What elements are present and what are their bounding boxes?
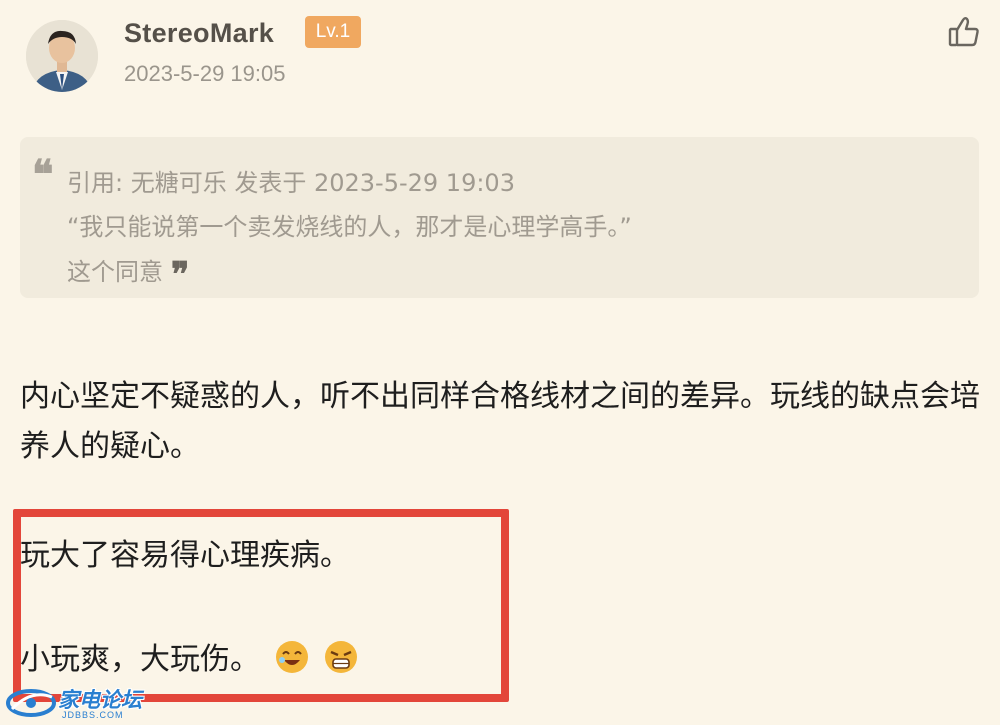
quote-block: ❝ 引用: 无糖可乐 发表于 2023-5-29 19:03 “我只能说第一个卖… <box>20 137 979 298</box>
avatar[interactable] <box>26 20 98 92</box>
like-button[interactable] <box>946 14 982 50</box>
post-paragraph: 内心坚定不疑惑的人，听不出同样合格线材之间的差异。玩线的缺点会培养人的疑心。 <box>20 379 980 464</box>
post-time: 2023-5-29 19:05 <box>124 61 286 86</box>
close-quote-icon: ❞ <box>171 255 190 295</box>
quote-reply: 这个同意 <box>67 258 163 286</box>
level-badge: Lv.1 <box>305 16 361 48</box>
post-line-3: 小玩爽，大玩伤。 <box>20 634 359 678</box>
laughing-emoji-icon <box>275 641 308 673</box>
quote-reply-line: 这个同意 ❞ <box>67 252 189 295</box>
open-quote-icon: ❝ <box>32 151 54 198</box>
site-watermark: 家电论坛 JDBBS.COM <box>6 683 146 723</box>
post-line-3-text: 小玩爽，大玩伤。 <box>20 642 260 677</box>
quote-text: “我只能说第一个卖发烧线的人，那才是心理学高手。” <box>67 213 632 241</box>
quote-header: 引用: 无糖可乐 发表于 2023-5-29 19:03 <box>67 169 515 197</box>
post-line-2: 玩大了容易得心理疾病。 <box>20 538 350 573</box>
forum-logo-icon <box>6 689 56 717</box>
username[interactable]: StereoMark <box>124 18 274 49</box>
thumbs-up-icon <box>948 17 979 47</box>
crying-emoji-icon <box>325 641 358 673</box>
watermark-subtitle: JDBBS.COM <box>62 710 124 720</box>
